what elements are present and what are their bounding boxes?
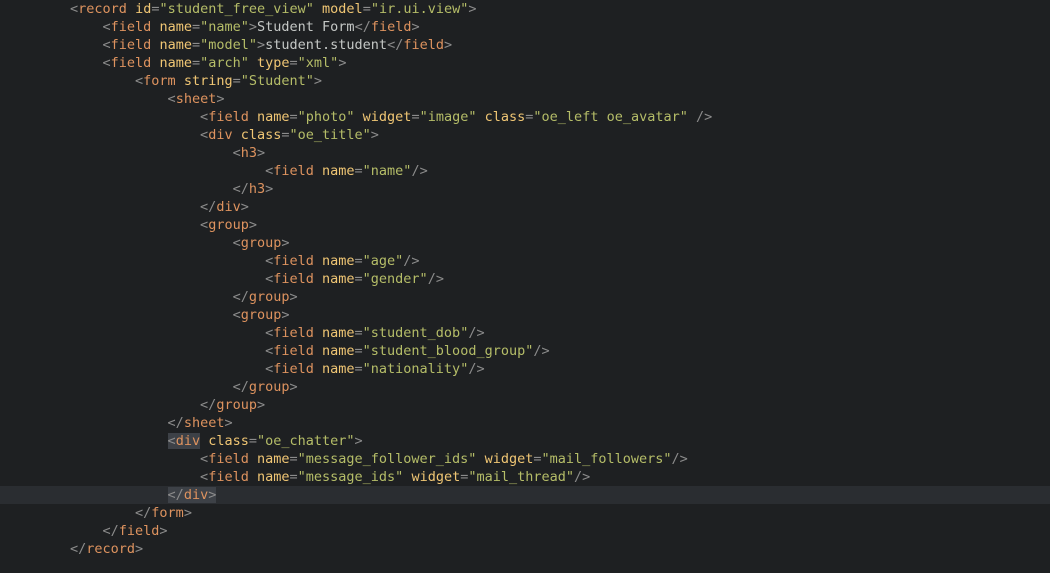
code-line[interactable]: <group> <box>0 216 1050 234</box>
code-line[interactable]: <field name="model">student.student</fie… <box>0 36 1050 54</box>
code-line[interactable]: <field name="gender"/> <box>0 270 1050 288</box>
code-line[interactable]: <field name="message_ids" widget="mail_t… <box>0 468 1050 486</box>
code-line[interactable]: <field name="nationality"/> <box>0 360 1050 378</box>
code-line[interactable]: <div class="oe_chatter"> <box>0 432 1050 450</box>
code-line[interactable]: <field name="student_dob"/> <box>0 324 1050 342</box>
code-line[interactable]: <record id="student_free_view" model="ir… <box>0 0 1050 18</box>
code-line[interactable]: <field name="age"/> <box>0 252 1050 270</box>
code-line[interactable]: <field name="message_follower_ids" widge… <box>0 450 1050 468</box>
code-line[interactable]: <div class="oe_title"> <box>0 126 1050 144</box>
code-line[interactable]: <field name="name">Student Form</field> <box>0 18 1050 36</box>
code-line[interactable]: <sheet> <box>0 90 1050 108</box>
code-editor[interactable]: <record id="student_free_view" model="ir… <box>0 0 1050 558</box>
code-line[interactable]: <group> <box>0 306 1050 324</box>
code-line[interactable]: </group> <box>0 396 1050 414</box>
code-line[interactable]: </sheet> <box>0 414 1050 432</box>
code-line[interactable]: <group> <box>0 234 1050 252</box>
code-line[interactable]: </record> <box>0 540 1050 558</box>
code-line[interactable]: </form> <box>0 504 1050 522</box>
code-line[interactable]: </group> <box>0 288 1050 306</box>
code-line[interactable]: <field name="photo" widget="image" class… <box>0 108 1050 126</box>
code-line[interactable]: </field> <box>0 522 1050 540</box>
code-line[interactable]: </h3> <box>0 180 1050 198</box>
code-line[interactable]: <field name="name"/> <box>0 162 1050 180</box>
code-line[interactable]: </div> <box>0 486 1050 504</box>
code-line[interactable]: <field name="arch" type="xml"> <box>0 54 1050 72</box>
code-line[interactable]: <h3> <box>0 144 1050 162</box>
code-line[interactable]: </group> <box>0 378 1050 396</box>
code-line[interactable]: </div> <box>0 198 1050 216</box>
code-line[interactable]: <field name="student_blood_group"/> <box>0 342 1050 360</box>
code-line[interactable]: <form string="Student"> <box>0 72 1050 90</box>
